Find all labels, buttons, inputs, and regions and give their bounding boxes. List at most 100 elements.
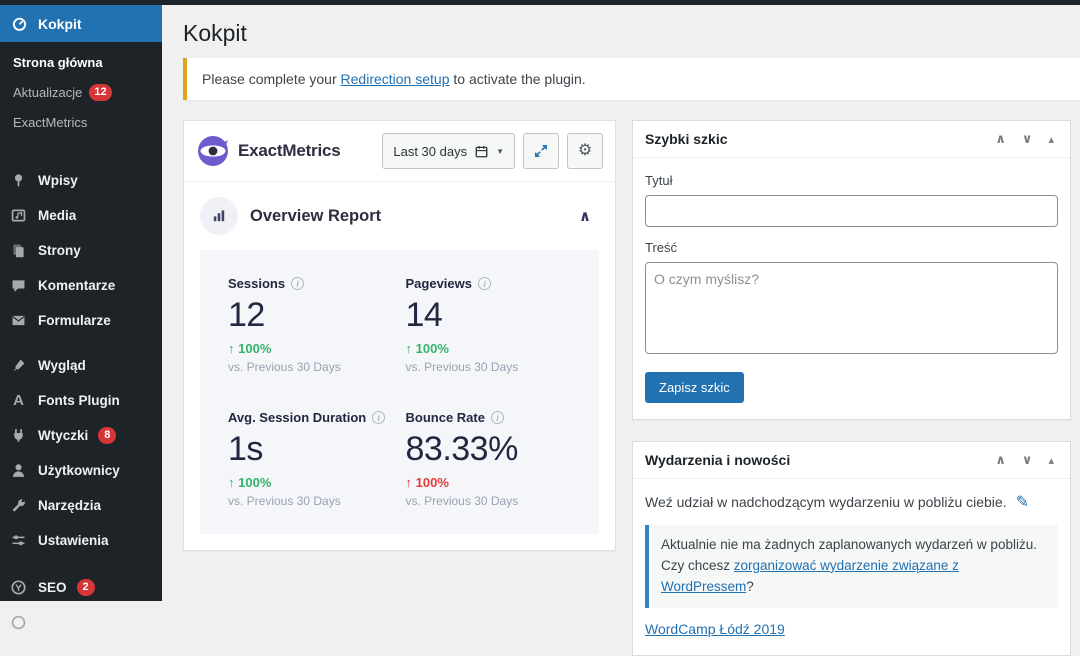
submenu-item-aktualizacje[interactable]: Aktualizacje 12 bbox=[0, 77, 162, 108]
redirection-notice: Please complete your Redirection setup t… bbox=[183, 58, 1080, 100]
stat-comparison: vs. Previous 30 Days bbox=[228, 494, 394, 508]
redirection-setup-link[interactable]: Redirection setup bbox=[341, 71, 450, 87]
events-title: Wydarzenia i nowości bbox=[645, 452, 995, 468]
stat-value: 1s bbox=[228, 432, 394, 466]
sidebar-item-seo[interactable]: SEO 2 bbox=[0, 570, 162, 605]
stat-change: ↑ 100% bbox=[406, 341, 572, 356]
stat-change: ↑ 100% bbox=[228, 475, 394, 490]
partial-menu-icon bbox=[9, 613, 28, 632]
pencil-icon[interactable]: ✎ bbox=[1016, 492, 1029, 512]
submenu-item-strona-glowna[interactable]: Strona główna bbox=[0, 48, 162, 77]
letter-a-icon: A bbox=[9, 391, 28, 410]
sidebar-item-media[interactable]: Media bbox=[0, 198, 162, 233]
plugins-count-badge: 8 bbox=[98, 427, 116, 444]
info-icon[interactable]: i bbox=[478, 277, 491, 290]
move-up-button[interactable]: ∧ bbox=[995, 452, 1006, 468]
updates-count-badge: 12 bbox=[89, 84, 111, 101]
events-header[interactable]: Wydarzenia i nowości ∧ ∨ ▴ bbox=[633, 442, 1070, 479]
overview-report-header: Overview Report ∧ bbox=[184, 182, 615, 248]
sidebar-item-formularze[interactable]: Formularze bbox=[0, 303, 162, 338]
stat-comparison: vs. Previous 30 Days bbox=[228, 360, 394, 374]
info-icon[interactable]: i bbox=[491, 411, 504, 424]
date-range-button[interactable]: Last 30 days ▼ bbox=[382, 133, 515, 169]
sidebar-item-strony[interactable]: Strony bbox=[0, 233, 162, 268]
up-arrow-icon: ↑ bbox=[228, 341, 235, 356]
quick-draft-panel: Szybki szkic ∧ ∨ ▴ Tytuł Treść Zapisz sz… bbox=[632, 120, 1071, 420]
stat-sessions: Sessions i 12 ↑ 100% vs. Previous 30 Day… bbox=[228, 276, 394, 374]
page-title: Kokpit bbox=[183, 20, 1080, 47]
sidebar-item-partial[interactable] bbox=[0, 605, 162, 640]
draft-title-input[interactable] bbox=[645, 195, 1058, 227]
move-down-button[interactable]: ∨ bbox=[1022, 131, 1033, 147]
exactmetrics-header: ExactMetrics Last 30 days ▼ ⚙ bbox=[184, 121, 615, 182]
move-up-button[interactable]: ∧ bbox=[995, 131, 1006, 147]
sidebar-item-fonts-plugin[interactable]: A Fonts Plugin bbox=[0, 383, 162, 418]
sidebar-item-komentarze[interactable]: Komentarze bbox=[0, 268, 162, 303]
media-icon bbox=[9, 206, 28, 225]
submenu-item-exactmetrics[interactable]: ExactMetrics bbox=[0, 108, 162, 137]
save-draft-button[interactable]: Zapisz szkic bbox=[645, 372, 744, 403]
caret-down-icon: ▼ bbox=[496, 147, 504, 156]
sidebar-item-wyglad[interactable]: Wygląd bbox=[0, 348, 162, 383]
stat-avg-session-duration: Avg. Session Duration i 1s ↑ 100% vs. Pr… bbox=[228, 410, 394, 508]
stat-value: 83.33% bbox=[406, 432, 572, 466]
pin-icon bbox=[9, 171, 28, 190]
plug-icon bbox=[9, 426, 28, 445]
draft-content-textarea[interactable] bbox=[645, 262, 1058, 354]
dashboard-submenu: Strona główna Aktualizacje 12 ExactMetri… bbox=[0, 42, 162, 149]
events-body: Weź udział w nadchodzącym wydarzeniu w p… bbox=[633, 479, 1070, 655]
dashboard-icon bbox=[10, 14, 29, 33]
exactmetrics-widget: ExactMetrics Last 30 days ▼ ⚙ bbox=[183, 120, 616, 551]
sidebar-item-kokpit[interactable]: Kokpit bbox=[0, 5, 162, 42]
sidebar-item-narzedzia[interactable]: Narzędzia bbox=[0, 488, 162, 523]
quick-draft-header[interactable]: Szybki szkic ∧ ∨ ▴ bbox=[633, 121, 1070, 158]
expand-report-button[interactable] bbox=[523, 133, 559, 169]
stat-value: 12 bbox=[228, 298, 394, 332]
up-arrow-icon: ↑ bbox=[406, 475, 413, 490]
wordcamp-event-link[interactable]: WordCamp Łódź 2019 bbox=[645, 621, 785, 637]
user-icon bbox=[9, 461, 28, 480]
exactmetrics-brand: ExactMetrics bbox=[238, 141, 374, 161]
collapse-report-chevron[interactable]: ∧ bbox=[571, 207, 599, 225]
seo-count-badge: 2 bbox=[77, 579, 95, 596]
pages-icon bbox=[9, 241, 28, 260]
quick-draft-title: Szybki szkic bbox=[645, 131, 995, 147]
calendar-icon bbox=[474, 144, 489, 159]
toggle-panel-icon[interactable]: ▴ bbox=[1048, 133, 1054, 146]
wordpress-admin: Kokpit Strona główna Aktualizacje 12 Exa… bbox=[0, 5, 1080, 601]
brush-icon bbox=[9, 356, 28, 375]
info-icon[interactable]: i bbox=[372, 411, 385, 424]
sidebar-item-wpisy[interactable]: Wpisy bbox=[0, 163, 162, 198]
seo-icon bbox=[9, 578, 28, 597]
overview-report-title: Overview Report bbox=[250, 207, 559, 226]
up-arrow-icon: ↑ bbox=[228, 475, 235, 490]
dashboard-columns: ExactMetrics Last 30 days ▼ ⚙ bbox=[183, 120, 1080, 656]
main-content: Kokpit Please complete your Redirection … bbox=[162, 5, 1080, 601]
expand-icon bbox=[533, 143, 549, 159]
move-down-button[interactable]: ∨ bbox=[1022, 452, 1033, 468]
settings-icon bbox=[9, 531, 28, 550]
sidebar-item-wtyczki[interactable]: Wtyczki 8 bbox=[0, 418, 162, 453]
comments-icon bbox=[9, 276, 28, 295]
sidebar-item-ustawienia[interactable]: Ustawienia bbox=[0, 523, 162, 558]
stat-value: 14 bbox=[406, 298, 572, 332]
stat-change: ↑ 100% bbox=[228, 341, 394, 356]
stat-comparison: vs. Previous 30 Days bbox=[406, 494, 572, 508]
toggle-panel-icon[interactable]: ▴ bbox=[1048, 454, 1054, 467]
info-icon[interactable]: i bbox=[291, 277, 304, 290]
stat-change: ↑ 100% bbox=[406, 475, 572, 490]
exactmetrics-logo bbox=[196, 134, 230, 168]
up-arrow-icon: ↑ bbox=[406, 341, 413, 356]
bar-chart-icon bbox=[200, 197, 238, 235]
no-events-notice: Aktualnie nie ma żadnych zaplanowanych w… bbox=[645, 525, 1058, 608]
admin-menu: Wpisy Media Strony Komentarze bbox=[0, 163, 162, 640]
admin-sidebar: Kokpit Strona główna Aktualizacje 12 Exa… bbox=[0, 5, 162, 601]
sidebar-item-uzytkownicy[interactable]: Użytkownicy bbox=[0, 453, 162, 488]
sidebar-item-label: Kokpit bbox=[38, 16, 82, 32]
draft-content-label: Treść bbox=[645, 240, 1058, 255]
settings-button[interactable]: ⚙ bbox=[567, 133, 603, 169]
wrench-icon bbox=[9, 496, 28, 515]
stat-bounce-rate: Bounce Rate i 83.33% ↑ 100% vs. Previous… bbox=[406, 410, 572, 508]
quick-draft-body: Tytuł Treść Zapisz szkic bbox=[633, 158, 1070, 419]
events-panel: Wydarzenia i nowości ∧ ∨ ▴ Weź udział w … bbox=[632, 441, 1071, 656]
